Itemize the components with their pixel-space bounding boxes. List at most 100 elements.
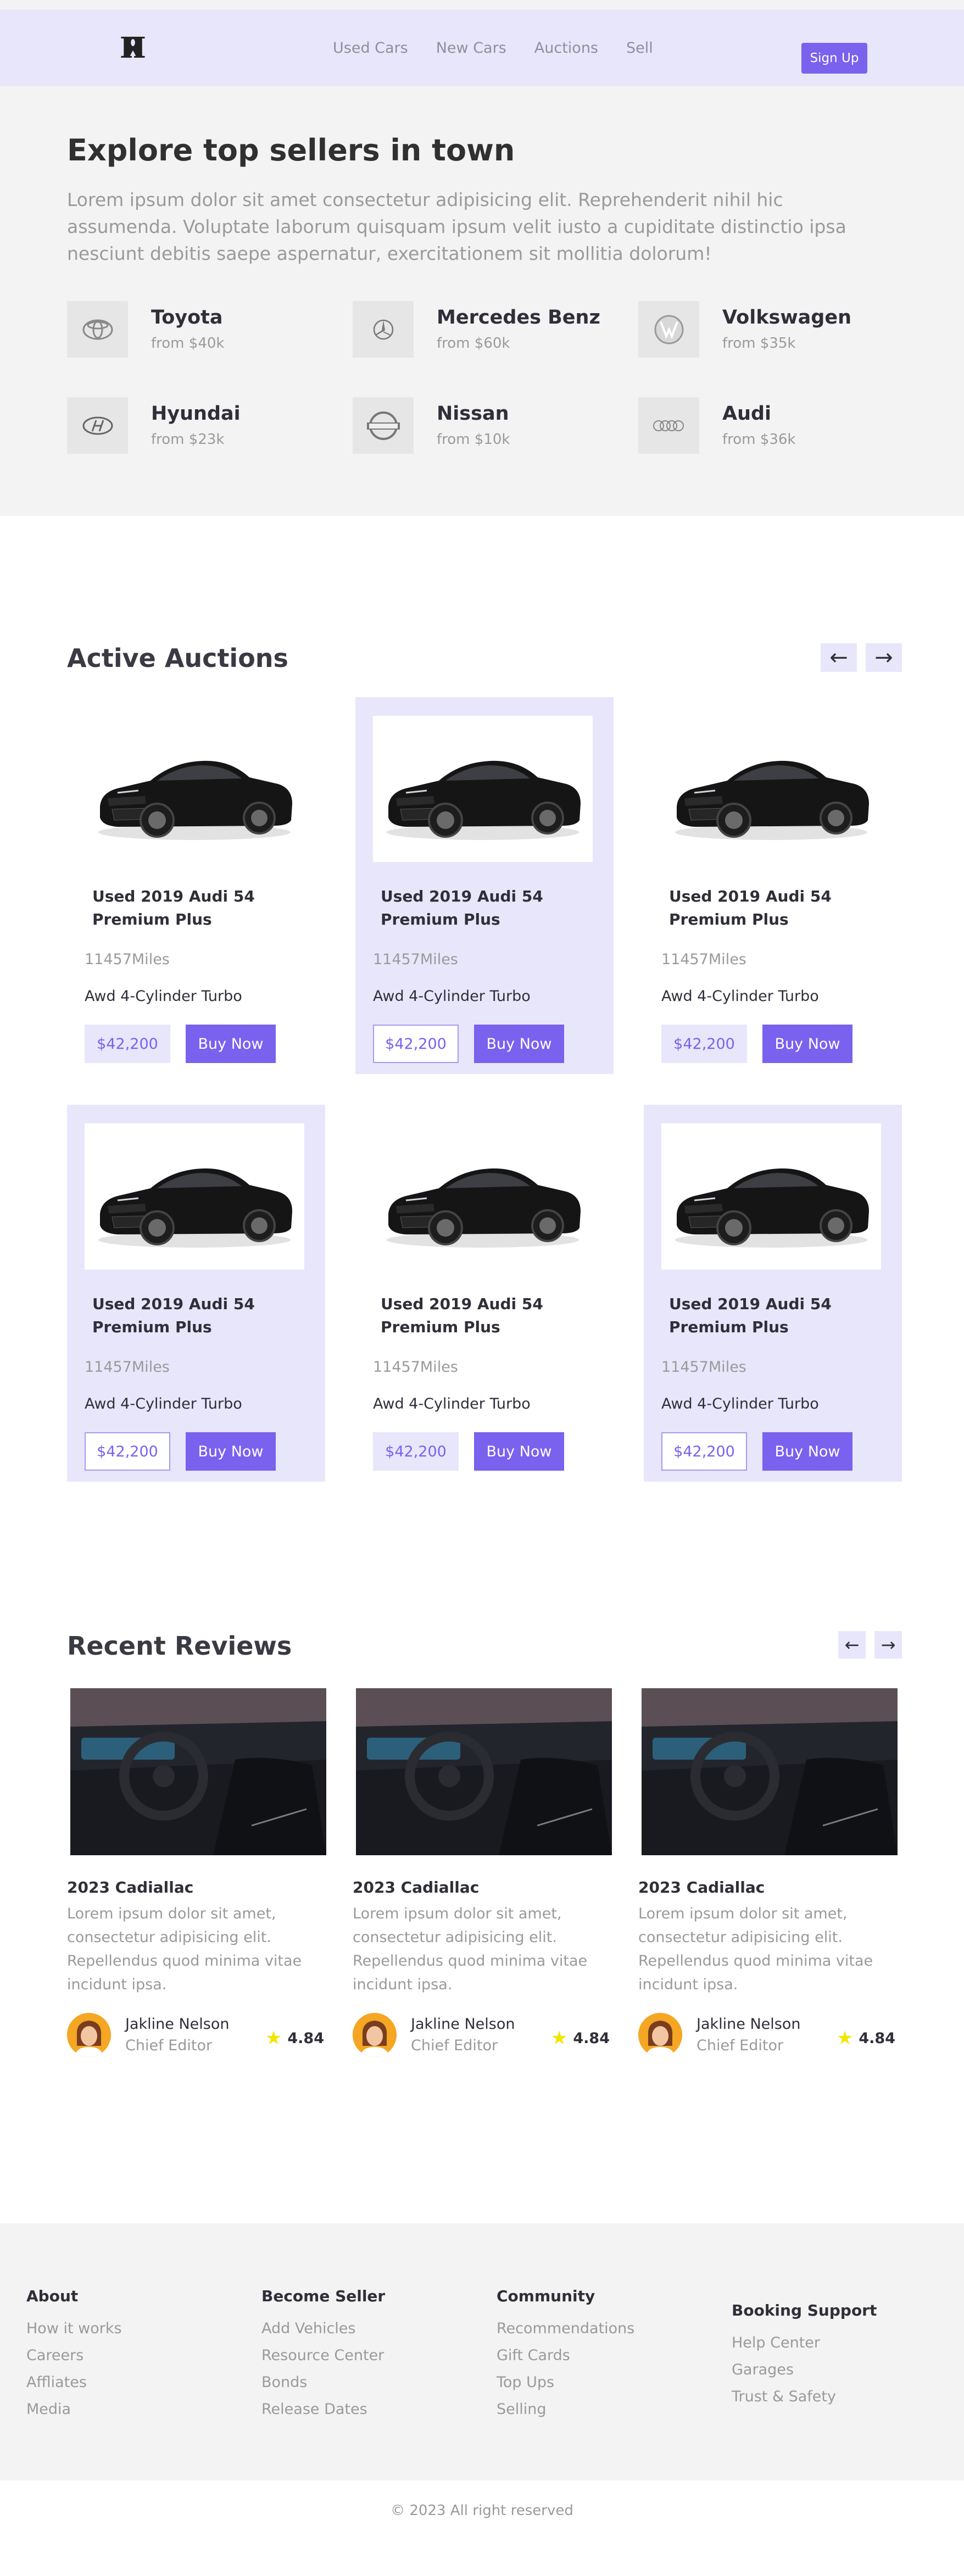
footer-link[interactable]: Trust & Safety (732, 2383, 964, 2410)
price-button[interactable]: $42,200 (373, 1432, 459, 1471)
auctions-title: Active Auctions (67, 643, 288, 673)
signup-button[interactable]: Sign Up (801, 43, 867, 74)
review-image (70, 1688, 326, 1855)
brand-price: from $60k (437, 335, 510, 352)
car-miles: 11457Miles (373, 951, 458, 968)
car-image (661, 716, 881, 862)
sellers-lead: Lorem ipsum dolor sit amet consectetur a… (67, 189, 846, 264)
card-actions: $42,200 Buy Now (85, 1025, 308, 1063)
reviewer-name: Jakline Nelson (125, 2016, 230, 2033)
review-text: Lorem ipsum dolor sit amet, consectetur … (638, 1905, 873, 1993)
star-icon: ★ (265, 2027, 282, 2049)
footer-link[interactable]: Recommendations (497, 2315, 732, 2342)
brand-name: Nissan (437, 403, 509, 425)
review-card[interactable]: 2023 Cadiallac Lorem ipsum dolor sit amet… (638, 1688, 898, 2057)
brand-name: Audi (722, 403, 772, 425)
brand-price: from $10k (437, 431, 510, 448)
avatar (638, 2013, 682, 2057)
auction-card[interactable]: Used 2019 Audi 54 Premium Plus 11457Miles… (644, 1105, 902, 1482)
nav-new-cars[interactable]: New Cars (436, 40, 506, 57)
footer-heading: About (26, 2287, 79, 2305)
car-engine: Awd 4-Cylinder Turbo (661, 1395, 819, 1412)
footer-link[interactable]: Selling (497, 2396, 732, 2423)
auction-card[interactable]: Used 2019 Audi 54 Premium Plus 11457Miles… (67, 697, 325, 1074)
footer-link[interactable]: Media (26, 2396, 261, 2423)
brand-name: Volkswagen (722, 307, 851, 329)
buy-now-button[interactable]: Buy Now (186, 1025, 276, 1063)
review-card[interactable]: 2023 Cadiallac Lorem ipsum dolor sit amet… (67, 1688, 326, 2057)
brand-item[interactable]: Toyota from $40k (67, 301, 353, 358)
car-engine: Awd 4-Cylinder Turbo (373, 1395, 531, 1412)
footer-link[interactable]: Top Ups (497, 2369, 732, 2396)
review-title: 2023 Cadiallac (67, 1878, 194, 1896)
nav-sell[interactable]: Sell (626, 40, 653, 57)
nav-used-cars[interactable]: Used Cars (333, 40, 408, 57)
footer-link[interactable]: Release Dates (261, 2396, 497, 2423)
main-nav: Used Cars New Cars Auctions Sell (333, 9, 681, 86)
reviewer-avatar (353, 2013, 397, 2057)
price-button[interactable]: $42,200 (85, 1432, 170, 1471)
footer-column: Community Recommendations Gift Cards Top Up… (497, 2287, 732, 2480)
top-strip (0, 0, 964, 9)
reviewer-role: Chief Editor (696, 2037, 784, 2054)
buy-now-button[interactable]: Buy Now (474, 1025, 564, 1063)
price-button[interactable]: $42,200 (85, 1025, 170, 1063)
buy-now-button[interactable]: Buy Now (762, 1432, 852, 1471)
footer-link[interactable]: Add Vehicles (261, 2315, 497, 2342)
auction-card[interactable]: Used 2019 Audi 54 Premium Plus 11457Miles… (67, 1105, 325, 1482)
reviewer-avatar (67, 2013, 111, 2057)
card-actions: $42,200 Buy Now (661, 1025, 884, 1063)
car-title: Used 2019 Audi 54 Premium Plus (92, 1295, 255, 1336)
footer-link[interactable]: Affliates (26, 2369, 261, 2396)
auction-card[interactable]: Used 2019 Audi 54 Premium Plus 11457Miles… (355, 697, 614, 1074)
arrow-right-icon[interactable]: → (866, 643, 902, 672)
car-interior-photo (70, 1688, 326, 1855)
arrow-left-icon[interactable]: ← (821, 643, 857, 672)
arrow-left-icon[interactable]: ← (838, 1631, 866, 1659)
brand-item[interactable]: Hyundai from $23k (67, 397, 353, 454)
car-photo (675, 1168, 869, 1248)
price-button[interactable]: $42,200 (373, 1025, 459, 1063)
brand-item[interactable]: Nissan from $10k (353, 397, 638, 454)
footer-link[interactable]: Garages (732, 2356, 964, 2383)
car-engine: Awd 4-Cylinder Turbo (373, 988, 531, 1005)
review-card[interactable]: 2023 Cadiallac Lorem ipsum dolor sit amet… (353, 1688, 612, 2057)
price-button[interactable]: $42,200 (661, 1432, 747, 1471)
toyota-logo-icon (82, 319, 113, 340)
site-footer: About How it works Careers Affliates Media Be… (0, 2223, 964, 2480)
buy-now-button[interactable]: Buy Now (186, 1432, 276, 1471)
footer-link[interactable]: Gift Cards (497, 2342, 732, 2369)
brand-item[interactable]: Mercedes Benz from $60k (353, 301, 638, 358)
rating: ★ 4.84 (837, 2027, 895, 2049)
buy-now-button[interactable]: Buy Now (474, 1432, 564, 1471)
footer-link[interactable]: Bonds (261, 2369, 497, 2396)
car-interior-photo (642, 1688, 898, 1855)
footer-link[interactable]: How it works (26, 2315, 261, 2342)
reviewer-avatar (638, 2013, 682, 2057)
brand-item[interactable]: Audi from $36k (638, 397, 924, 454)
reviews-carousel-controls: ← → (838, 1631, 902, 1659)
buy-now-button[interactable]: Buy Now (762, 1025, 852, 1063)
car-image (85, 716, 304, 862)
card-actions: $42,200 Buy Now (661, 1432, 884, 1471)
car-image (661, 1123, 881, 1270)
reviewer: Jakline Nelson Chief Editor ★ 4.84 (353, 2013, 611, 2057)
footer-link[interactable]: Resource Center (261, 2342, 497, 2369)
auction-card[interactable]: Used 2019 Audi 54 Premium Plus 11457Miles… (355, 1105, 614, 1482)
footer-link[interactable]: Careers (26, 2342, 261, 2369)
price-button[interactable]: $42,200 (661, 1025, 747, 1063)
car-miles: 11457Miles (373, 1359, 458, 1376)
footer-link[interactable]: Help Center (732, 2329, 964, 2356)
footer-heading: Booking Support (732, 2301, 877, 2319)
footer-column: Booking Support Help Center Garages Trust &… (732, 2287, 964, 2480)
rolls-royce-logo-icon[interactable]: R R (120, 28, 147, 66)
arrow-right-icon[interactable]: → (874, 1631, 902, 1659)
car-miles: 11457Miles (85, 1359, 170, 1376)
auction-card[interactable]: Used 2019 Audi 54 Premium Plus 11457Miles… (644, 697, 902, 1074)
reviewer-name: Jakline Nelson (411, 2016, 515, 2033)
brand-item[interactable]: Volkswagen from $35k (638, 301, 924, 358)
nav-auctions[interactable]: Auctions (534, 40, 598, 57)
rating-value: 4.84 (573, 2029, 610, 2047)
reviews-title: Recent Reviews (67, 1631, 292, 1661)
reviewer-role: Chief Editor (411, 2037, 498, 2054)
